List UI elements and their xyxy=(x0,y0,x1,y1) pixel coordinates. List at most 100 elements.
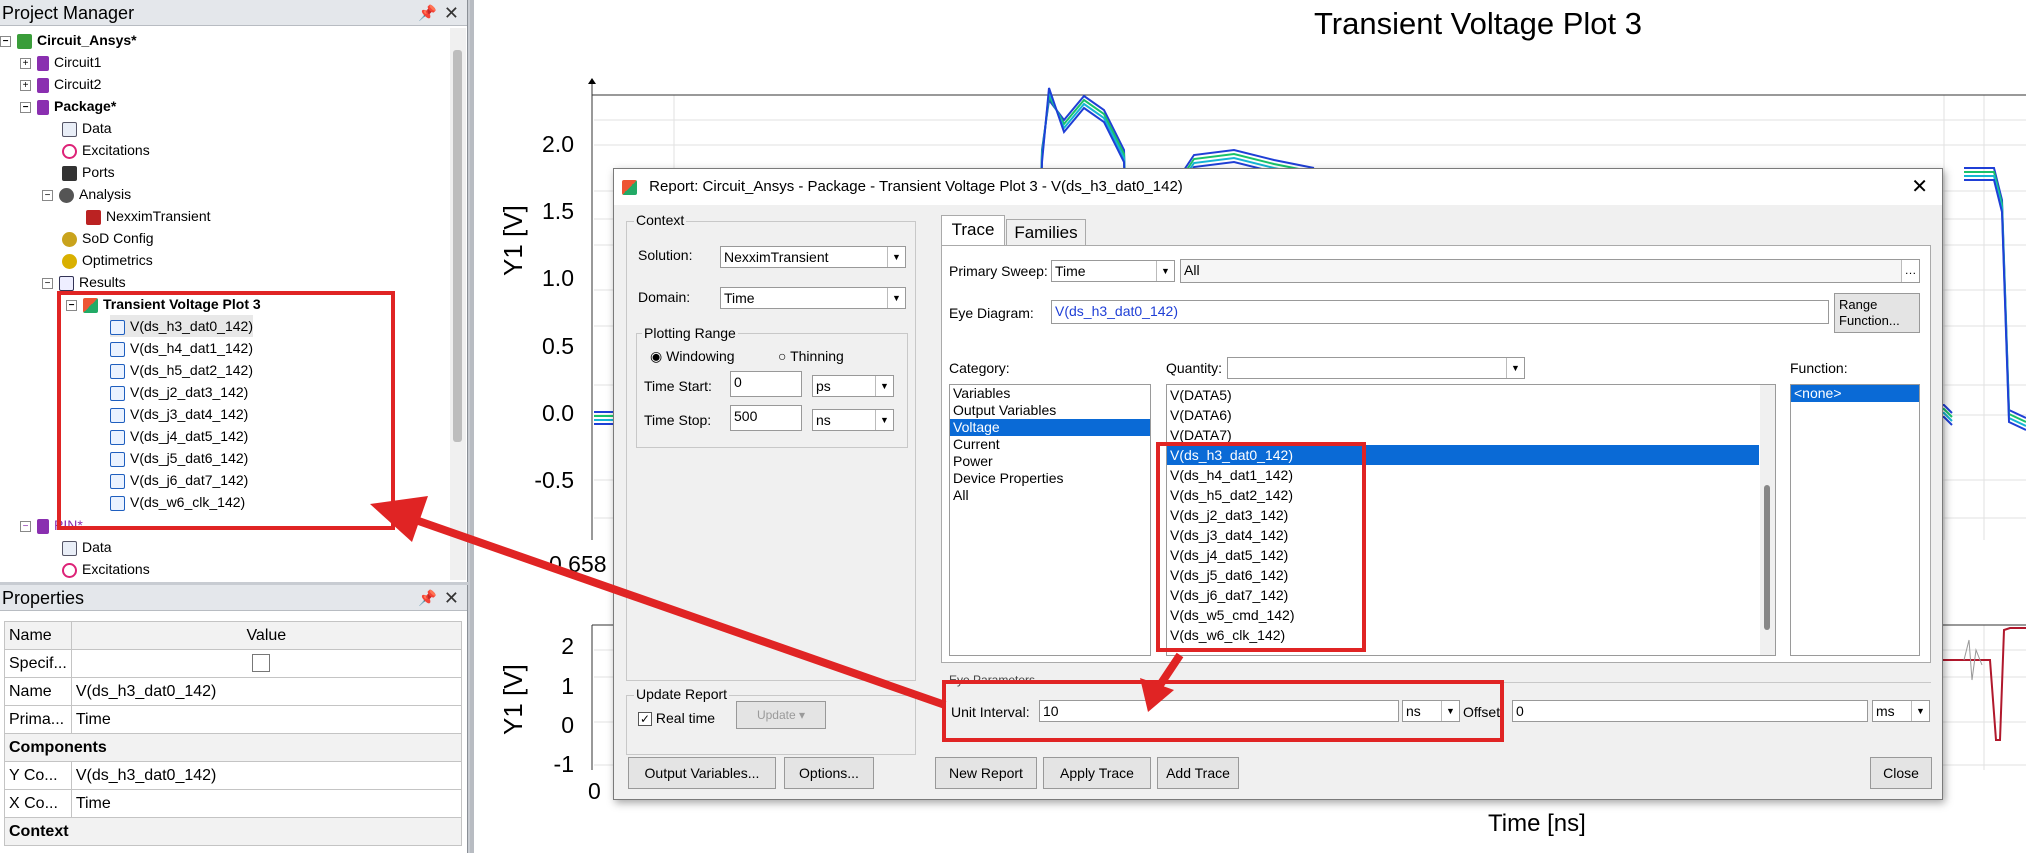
expand-icon[interactable]: + xyxy=(20,79,31,91)
circuit-icon xyxy=(37,518,49,534)
domain-select[interactable]: Time ▼ xyxy=(720,287,906,309)
tree-item-data[interactable]: Data xyxy=(62,117,112,139)
tab-trace[interactable]: Trace xyxy=(941,215,1005,245)
range-function-button[interactable]: Range Function... xyxy=(1834,293,1920,333)
list-item[interactable]: Device Properties xyxy=(950,470,1150,487)
close-icon[interactable]: ✕ xyxy=(444,0,459,26)
collapse-icon[interactable]: − xyxy=(42,189,53,201)
offset-input[interactable]: 0 xyxy=(1512,700,1868,722)
tree-item-nexxim-transient[interactable]: NexximTransient xyxy=(86,205,211,227)
tick-label: 1.0 xyxy=(542,265,574,291)
chevron-down-icon[interactable]: ▼ xyxy=(1156,261,1174,281)
eye-diagram-input[interactable]: V(ds_h3_dat0_142) xyxy=(1051,300,1829,324)
tree-item-ports[interactable]: Ports xyxy=(62,161,115,183)
config-icon xyxy=(62,231,77,247)
solution-select[interactable]: NexximTransient ▼ xyxy=(720,246,906,268)
time-stop-unit-select[interactable]: ns ▼ xyxy=(812,409,894,431)
thinning-radio[interactable]: ○ Thinning xyxy=(778,348,844,364)
collapse-icon[interactable]: − xyxy=(20,520,31,532)
quantity-scrollbar[interactable] xyxy=(1760,385,1775,655)
table-row[interactable]: X Co... Time xyxy=(4,789,462,818)
tree-item-optimetrics[interactable]: Optimetrics xyxy=(62,249,153,271)
list-item[interactable]: All xyxy=(950,487,1150,504)
excitation-icon xyxy=(62,143,77,159)
gear-icon xyxy=(59,187,74,203)
scrollbar-thumb[interactable] xyxy=(453,50,462,442)
options-button[interactable]: Options... xyxy=(784,757,874,789)
add-trace-button[interactable]: Add Trace xyxy=(1157,757,1239,789)
sweep-values-field[interactable]: All… xyxy=(1180,259,1920,283)
collapse-icon[interactable]: − xyxy=(42,277,53,289)
pin-icon[interactable]: 📌 xyxy=(418,586,437,612)
scrollbar-thumb[interactable] xyxy=(1764,485,1770,630)
chevron-down-icon[interactable]: ▼ xyxy=(1911,701,1929,721)
results-icon xyxy=(59,275,74,291)
realtime-checkbox[interactable]: ✓ Real time xyxy=(638,710,715,727)
tree-item-sod-config[interactable]: SoD Config xyxy=(62,227,154,249)
tree-item-circuit2[interactable]: + Circuit2 xyxy=(20,73,101,95)
ellipsis-button[interactable]: … xyxy=(1901,260,1919,282)
close-icon[interactable]: ✕ xyxy=(1911,169,1928,205)
time-start-unit-select[interactable]: ps ▼ xyxy=(812,375,894,397)
dialog-titlebar: Report: Circuit_Ansys - Package - Transi… xyxy=(614,169,1942,205)
expand-icon[interactable]: + xyxy=(20,57,31,69)
data-icon xyxy=(62,121,77,137)
chevron-down-icon[interactable]: ▼ xyxy=(887,247,905,267)
collapse-icon[interactable]: − xyxy=(0,35,11,47)
tree-scrollbar[interactable] xyxy=(450,28,466,580)
time-start-input[interactable]: 0 xyxy=(730,371,802,397)
check-icon[interactable]: ✓ xyxy=(638,712,652,727)
list-item[interactable]: Variables xyxy=(950,385,1150,402)
tree-item-circuit1[interactable]: + Circuit1 xyxy=(20,51,101,73)
chevron-down-icon[interactable]: ▼ xyxy=(1506,358,1524,378)
offset-unit-select[interactable]: ms ▼ xyxy=(1872,700,1930,722)
tree-item-analysis[interactable]: − Analysis xyxy=(42,183,131,205)
tree-item-results[interactable]: − Results xyxy=(42,271,126,293)
list-item[interactable]: V(DATA6) xyxy=(1167,405,1759,425)
update-button[interactable]: Update ▾ xyxy=(736,701,826,729)
function-list[interactable]: <none> xyxy=(1790,384,1920,656)
tree-item-pin-excitations[interactable]: Excitations xyxy=(62,558,150,580)
new-report-button[interactable]: New Report xyxy=(935,757,1037,789)
tick-label: 0.0 xyxy=(542,400,574,426)
collapse-icon[interactable]: − xyxy=(20,101,31,113)
table-row[interactable]: Prima... Time xyxy=(4,705,462,734)
time-stop-input[interactable]: 500 xyxy=(730,405,802,431)
primary-sweep-select[interactable]: Time ▼ xyxy=(1051,260,1175,282)
specify-checkbox[interactable] xyxy=(251,654,270,673)
output-variables-button[interactable]: Output Variables... xyxy=(628,757,776,789)
list-item[interactable]: Current xyxy=(950,436,1150,453)
tab-families[interactable]: Families xyxy=(1006,219,1086,245)
chevron-down-icon[interactable]: ▼ xyxy=(875,410,893,430)
list-item[interactable]: Power xyxy=(950,453,1150,470)
quantity-filter-select[interactable]: ▼ xyxy=(1227,357,1525,379)
annotation-box-quantities xyxy=(1156,442,1366,652)
tick-label: -0.5 xyxy=(534,467,574,493)
context-label: Context xyxy=(634,212,687,228)
pin-icon[interactable]: 📌 xyxy=(418,1,437,27)
plotting-range-label: Plotting Range xyxy=(642,325,738,341)
section-row: Components xyxy=(4,733,462,762)
apply-trace-button[interactable]: Apply Trace xyxy=(1043,757,1151,789)
tree-item-pin-data[interactable]: Data xyxy=(62,536,112,558)
close-button[interactable]: Close xyxy=(1870,757,1932,789)
category-list[interactable]: Variables Output Variables Voltage Current P… xyxy=(949,384,1151,656)
chevron-down-icon[interactable]: ▼ xyxy=(875,376,893,396)
list-item[interactable]: Output Variables xyxy=(950,402,1150,419)
list-item[interactable]: Voltage xyxy=(950,419,1150,436)
dialog-title: Report: Circuit_Ansys - Package - Transi… xyxy=(649,178,1183,195)
properties-title: Properties xyxy=(2,588,85,608)
list-item[interactable]: V(DATA5) xyxy=(1167,385,1759,405)
table-row[interactable]: Y Co... V(ds_h3_dat0_142) xyxy=(4,761,462,790)
tree-item-excitations[interactable]: Excitations xyxy=(62,139,150,161)
list-item[interactable]: <none> xyxy=(1791,385,1919,402)
circuit-icon xyxy=(37,77,49,93)
tree-item-package[interactable]: − Package* xyxy=(20,95,116,117)
solution-setup-icon xyxy=(86,209,101,225)
close-icon[interactable]: ✕ xyxy=(444,585,459,611)
table-row[interactable]: Name V(ds_h3_dat0_142) xyxy=(4,677,462,706)
windowing-radio[interactable]: ◉ Windowing xyxy=(650,348,735,365)
table-row[interactable]: Specif... xyxy=(4,649,462,678)
chevron-down-icon[interactable]: ▼ xyxy=(887,288,905,308)
tree-item-root[interactable]: − Circuit_Ansys* xyxy=(0,29,137,51)
